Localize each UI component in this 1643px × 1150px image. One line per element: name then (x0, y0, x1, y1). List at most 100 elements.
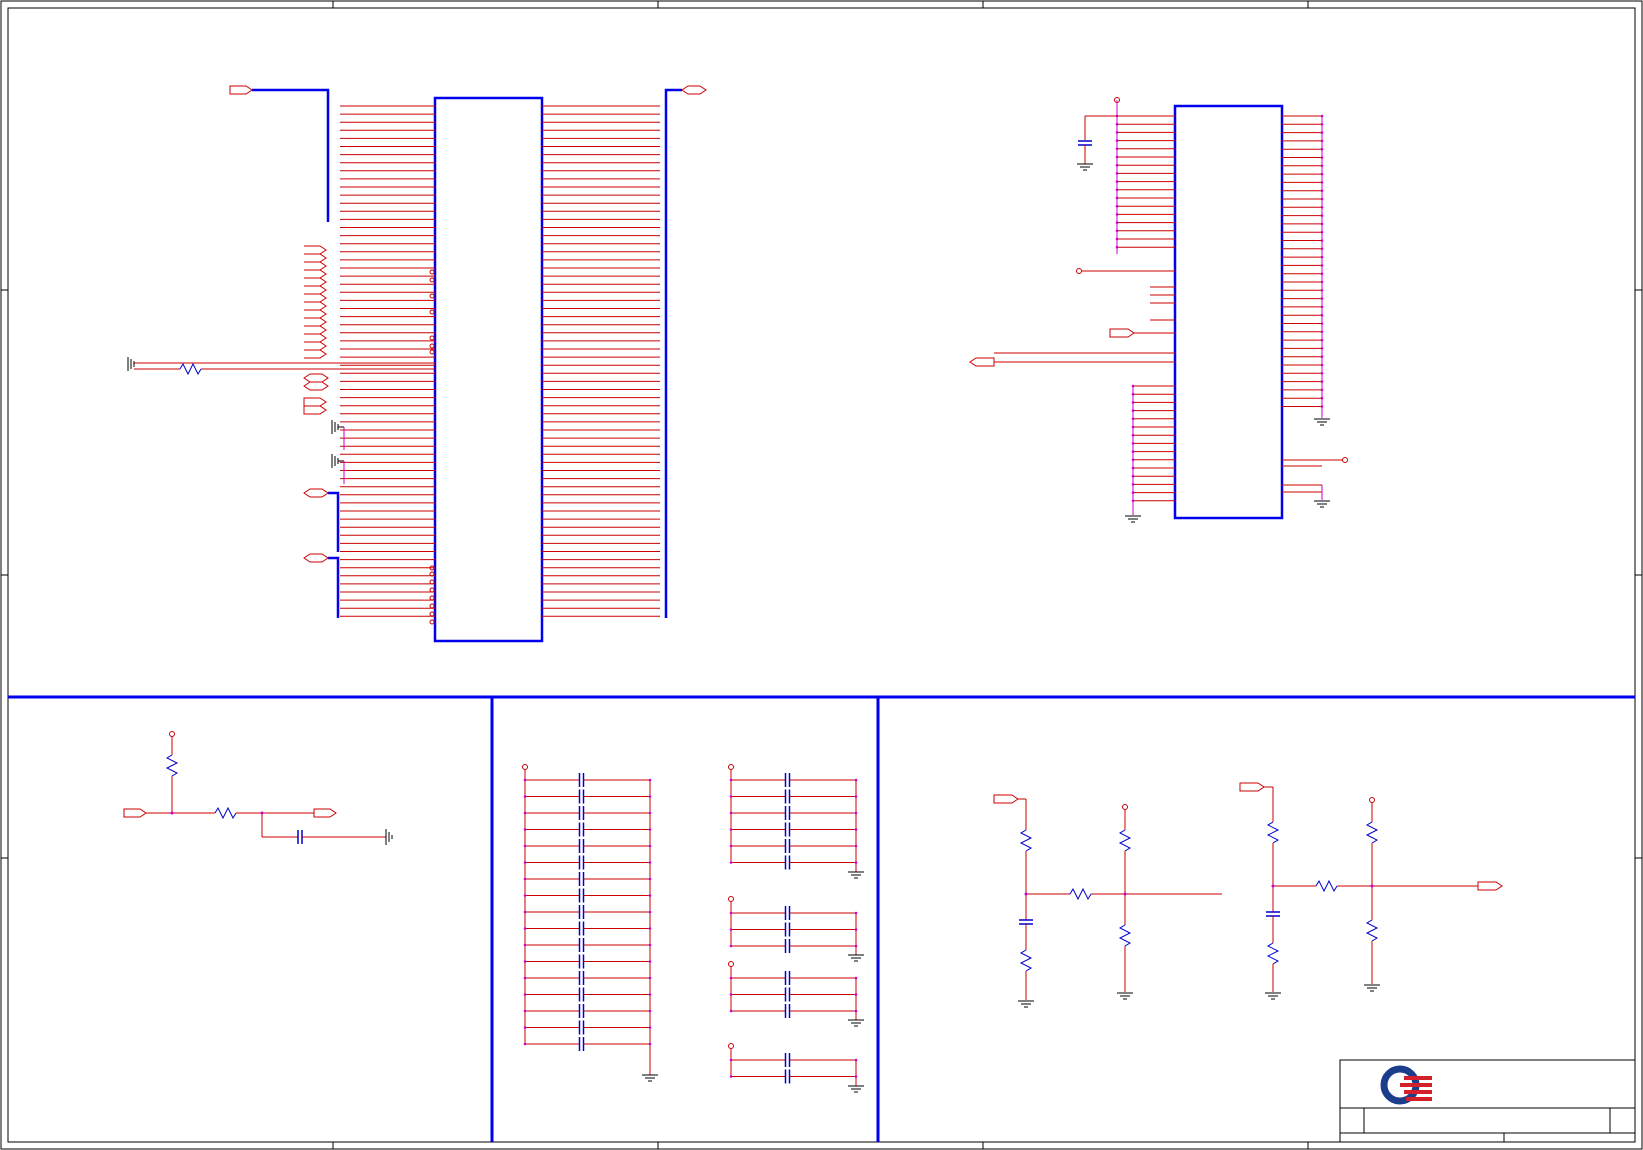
junction-dot (523, 844, 527, 848)
rc-filter-section (123, 731, 393, 845)
junction-dot (648, 778, 652, 782)
junction-dot (729, 811, 733, 815)
capacitor-icon (297, 830, 303, 844)
capacitor-icon (1019, 919, 1033, 925)
pin-open-marker (429, 269, 435, 275)
offpage-connector-left-top (229, 85, 253, 95)
pin-open-marker (429, 603, 435, 609)
junction-dot (648, 795, 652, 798)
signal-flag (304, 269, 327, 279)
right-ic-section (969, 97, 1348, 523)
junction-dot (523, 1026, 527, 1029)
junction-dot (523, 778, 527, 782)
schematic-sheet (0, 0, 1643, 1150)
offpage-connector-bus-b (303, 488, 329, 498)
signal-flag (303, 397, 327, 407)
resistor-icon (1118, 829, 1132, 852)
ground-icon (127, 357, 135, 371)
pin-open-marker (429, 277, 435, 283)
junction-dot (523, 910, 527, 914)
junction-dot (729, 795, 733, 798)
resistor-icon (165, 754, 179, 777)
junction-dot (854, 1075, 858, 1078)
junction-dot (648, 1009, 652, 1013)
signal-flag (303, 381, 329, 391)
junction-dot (523, 894, 527, 897)
right-bus-a (664, 88, 682, 618)
pin-open-marker (429, 309, 435, 315)
junction-dot (729, 828, 733, 831)
junction-dot (729, 993, 733, 996)
resistor-icon (1069, 887, 1092, 901)
junction-dot (648, 811, 652, 815)
signal-flag (303, 373, 329, 383)
offpage-connector-right-top (681, 85, 707, 95)
junction-dot (523, 993, 527, 996)
ic-left-pins (1115, 114, 1175, 503)
signal-flag (304, 317, 327, 327)
resistor-icon (214, 806, 237, 820)
signal-flag (304, 349, 327, 359)
offpage-connector-div2 (1239, 782, 1265, 792)
ic-body (1173, 104, 1284, 520)
junction-dot (854, 976, 858, 980)
offpage-connector-ic-a (1109, 328, 1135, 338)
ground-icon (1077, 163, 1093, 171)
junction-dot (523, 811, 527, 815)
signal-flag (304, 261, 327, 271)
ground-group-b (331, 454, 344, 468)
main-connector-section (127, 85, 707, 643)
sheet-frame (0, 0, 1643, 1150)
pin-open-marker (429, 343, 435, 349)
junction-dot (648, 844, 652, 848)
ground-icon (1018, 1000, 1034, 1008)
power-pin (522, 764, 528, 770)
title-block (1339, 1059, 1636, 1143)
junction-dot (648, 894, 652, 897)
junction-dot (854, 928, 858, 931)
junction-dot (523, 976, 527, 980)
pin-open-marker (429, 611, 435, 617)
ic-right-pins (1282, 114, 1324, 408)
connector-right-pins (542, 105, 660, 617)
junction-dot (523, 828, 527, 831)
junction-dot (854, 778, 858, 782)
offpage-connector-ic-b (969, 357, 995, 367)
power-pin (728, 764, 734, 770)
offpage-connector-rc-in (123, 808, 147, 818)
junction-dot (523, 943, 527, 947)
signal-flag (303, 405, 327, 415)
junction-dot (648, 1042, 652, 1046)
junction-dot (523, 960, 527, 963)
resistor-icon (1365, 919, 1379, 942)
signal-flag (304, 309, 327, 319)
offpage-connector-div2-out (1477, 881, 1503, 891)
junction-dot (648, 910, 652, 914)
connector-body (433, 96, 544, 643)
resistor-icon (1019, 829, 1033, 852)
pin-open-marker (429, 349, 435, 355)
capacitor-icon (1078, 140, 1092, 146)
junction-dot (729, 1058, 733, 1062)
junction-dot (729, 861, 733, 864)
junction-dot (648, 976, 652, 980)
junction-dot (648, 927, 652, 930)
junction-dot (729, 944, 733, 948)
ground-icon (1314, 500, 1330, 508)
offpage-connector-rc-out (313, 808, 337, 818)
resistor-icon (1118, 924, 1132, 947)
junction-dot (523, 1042, 527, 1046)
junction-dot (854, 861, 858, 864)
resistor-icon (1266, 821, 1280, 844)
capacitor-icon (1266, 911, 1280, 917)
pin-open-marker (429, 587, 435, 593)
pin-open-marker (429, 293, 435, 299)
junction-dot (523, 877, 527, 881)
ground-icon (1117, 992, 1133, 1000)
junction-dot (854, 795, 858, 798)
signal-flag (304, 245, 327, 255)
decoupling-capacitor-section (522, 764, 864, 1093)
resistor-divider-section (993, 782, 1503, 1008)
junction-dot (648, 861, 652, 864)
resistor-icon (1266, 942, 1280, 965)
